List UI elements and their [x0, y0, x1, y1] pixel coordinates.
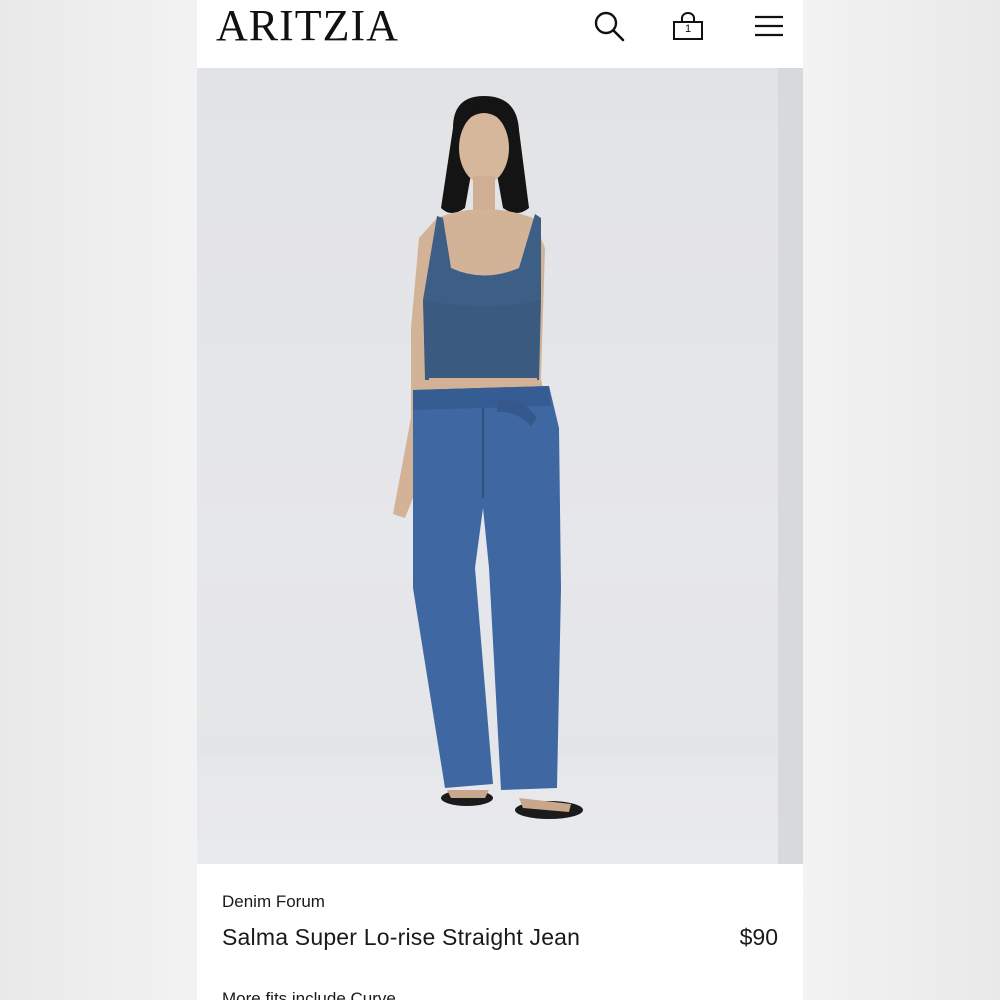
more-fits-link[interactable]: More fits include Curve — [222, 989, 396, 1000]
product-info: Denim Forum Salma Super Lo-rise Straight… — [197, 864, 803, 1000]
next-photo-peek[interactable] — [778, 68, 803, 864]
model-figure — [393, 96, 583, 819]
mobile-page: ARITZIA 1 Denim Forum Salma Super Lo-ris… — [197, 0, 803, 1000]
bag-count-badge: 1 — [684, 23, 692, 35]
product-brand[interactable]: Denim Forum — [222, 892, 325, 912]
product-name: Salma Super Lo-rise Straight Jean — [222, 924, 581, 950]
product-photo[interactable] — [197, 68, 803, 864]
hamburger-menu-icon[interactable] — [751, 8, 787, 44]
site-header: ARITZIA 1 — [197, 0, 803, 68]
aritzia-logo[interactable]: ARITZIA — [216, 2, 399, 50]
product-price: $90 — [739, 924, 778, 950]
shopping-bag-icon[interactable]: 1 — [670, 8, 706, 44]
search-icon[interactable] — [591, 8, 627, 44]
